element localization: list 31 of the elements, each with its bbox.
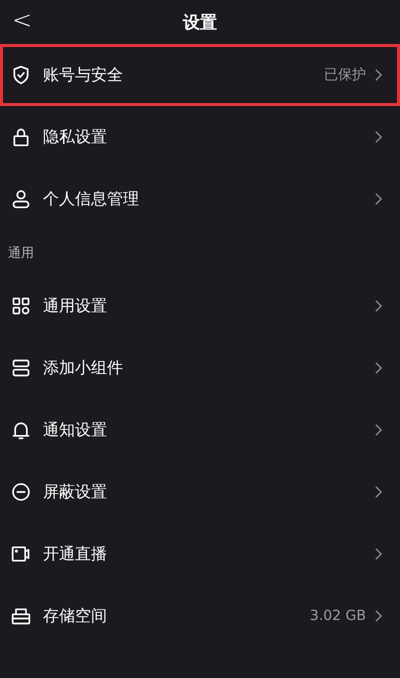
chevron-icon [374,609,383,623]
bell-icon [11,420,31,440]
chevron-icon [374,130,383,144]
back-button[interactable]: < [4,4,40,36]
shield-check-icon [11,65,31,85]
settings-item[interactable]: 通知设置 [0,399,400,461]
chevron-icon [374,361,383,375]
settings-item[interactable]: 存储空间 3.02 GB [0,585,400,647]
status-value: 3.02 GB [310,608,366,624]
chevron-icon [374,547,383,561]
grid-icon [11,296,31,316]
status-value: 已保护 [324,66,366,84]
settings-item[interactable]: 通用设置 [0,275,400,337]
minus-circle-icon [11,482,31,502]
settings-item[interactable]: 开通直播 [0,523,400,585]
chevron-icon [374,299,383,313]
settings-item[interactable]: 屏蔽设置 [0,461,400,523]
settings-item[interactable]: 账号与安全 已保护 [0,44,400,106]
chevron-icon [374,68,383,82]
chevron-icon [374,423,383,437]
chevron-icon [374,192,383,206]
section-label: 通用 [7,244,35,262]
widget-icon [11,358,31,378]
lock-icon [11,127,31,147]
settings-item[interactable]: 隐私设置 [0,106,400,168]
camera-icon [11,544,31,564]
chevron-icon [374,485,383,499]
page-title: 设置 [183,12,217,34]
person-icon [11,189,31,209]
settings-item[interactable]: 添加小组件 [0,337,400,399]
settings-item[interactable]: 个人信息管理 [0,168,400,230]
